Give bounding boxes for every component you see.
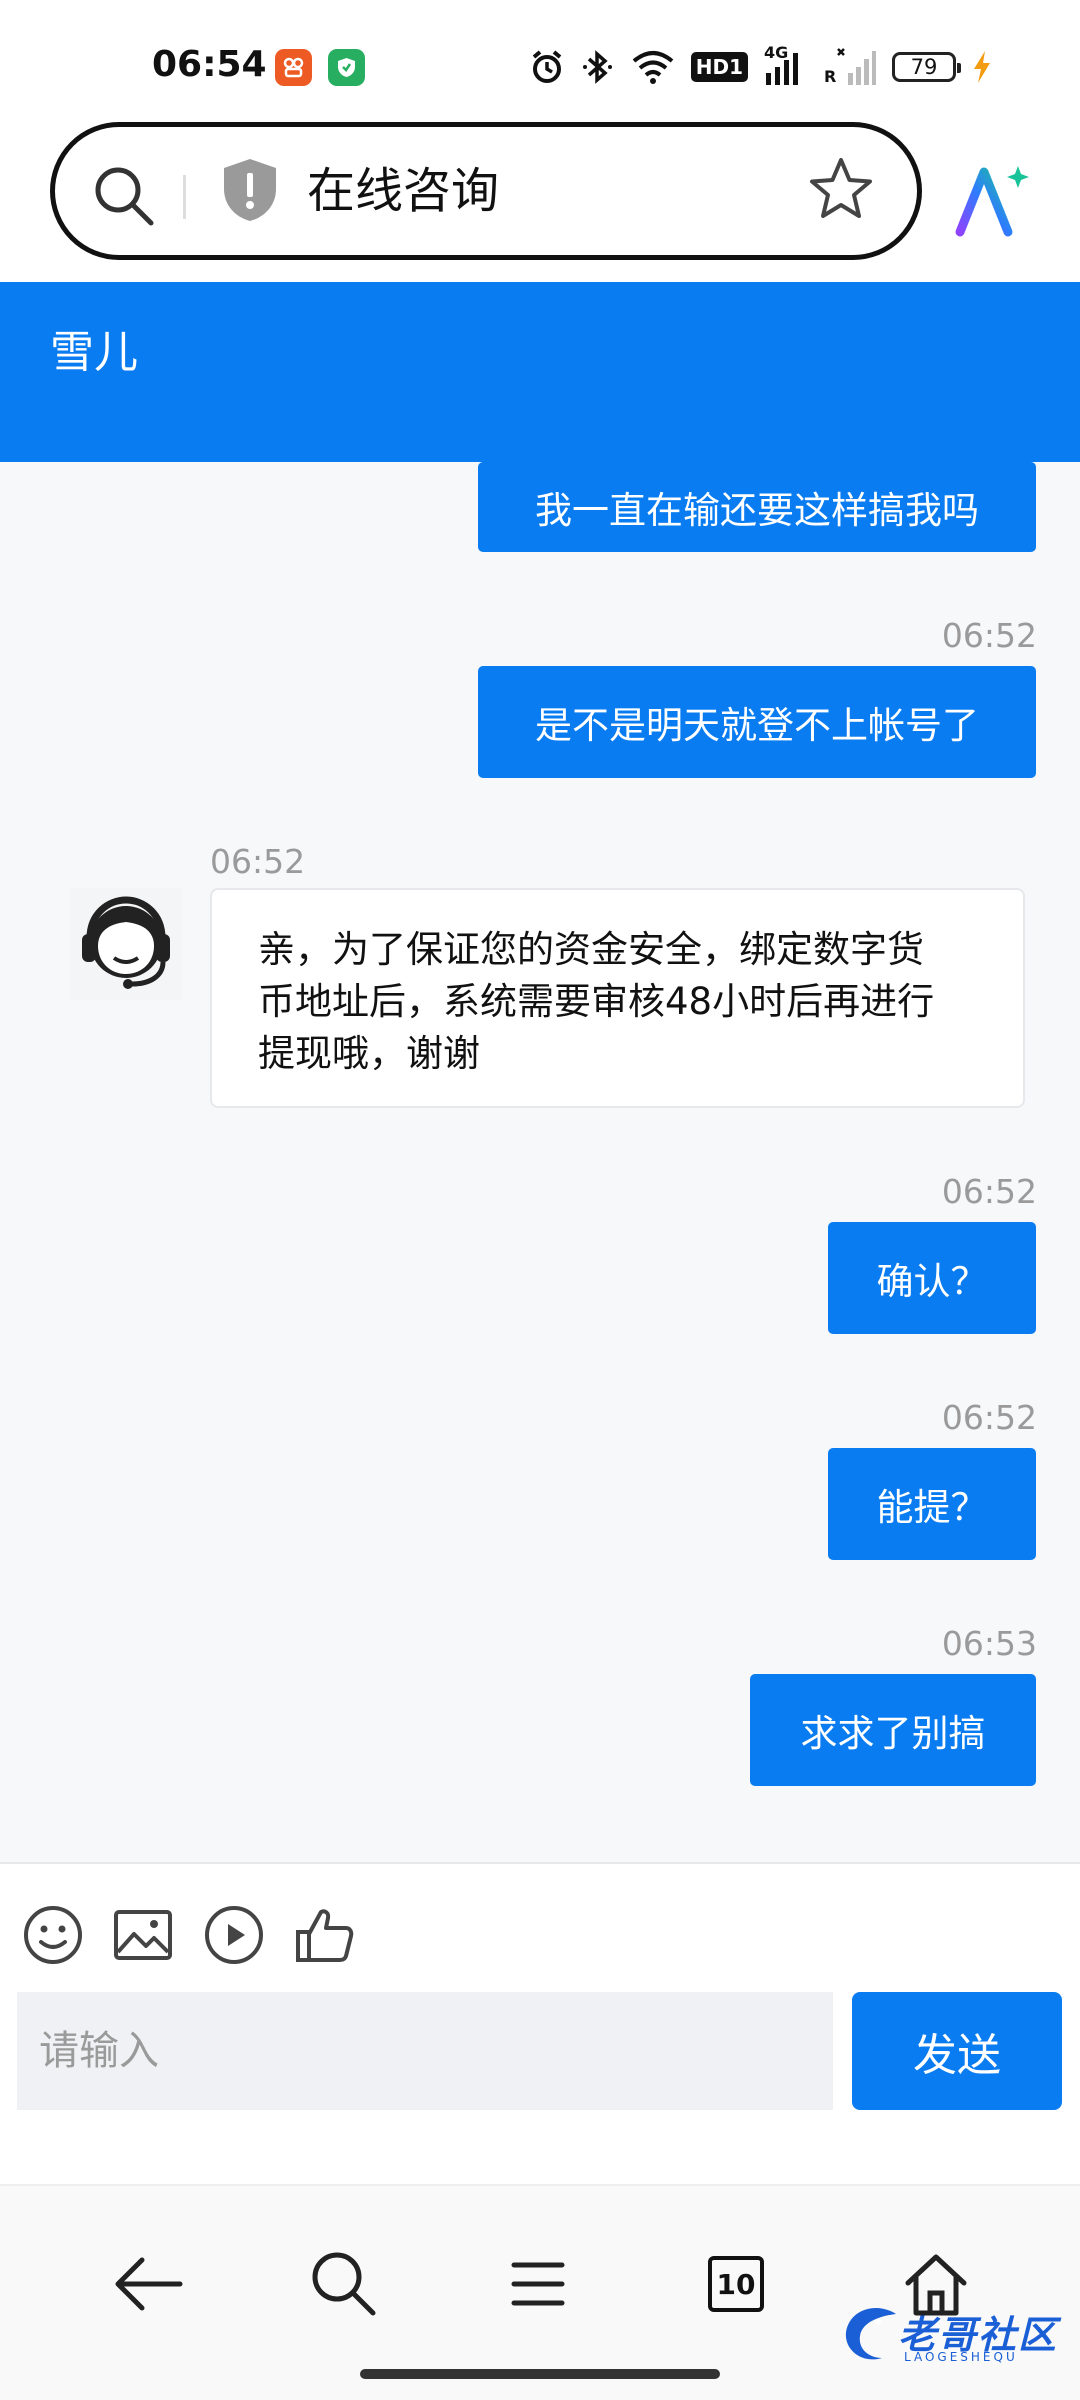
message-text-line: 币地址后，系统需要审核48小时后再进行: [258, 980, 935, 1023]
search-icon: [312, 2252, 376, 2316]
alarm-icon: [532, 50, 562, 83]
message-text-line: 提现哦，谢谢: [258, 1032, 480, 1075]
message-input[interactable]: [17, 1992, 833, 2110]
ai-assistant-icon[interactable]: [952, 162, 1032, 238]
emoji-icon[interactable]: [22, 1904, 84, 1966]
page-title[interactable]: 在线咨询: [307, 161, 499, 221]
message-timestamp: 06:52: [210, 842, 306, 881]
outgoing-message[interactable]: 是不是明天就登不上帐号了: [478, 666, 1036, 778]
outgoing-message[interactable]: 我一直在输还要这样搞我吗: [478, 462, 1036, 552]
watermark-subtext: LAOGESHEQU: [904, 2350, 1018, 2364]
outgoing-message[interactable]: 求求了别搞: [750, 1674, 1036, 1786]
battery-indicator: 79: [892, 52, 961, 82]
charging-icon: [974, 51, 990, 83]
search-icon[interactable]: [91, 163, 157, 229]
message-timestamp: 06:53: [941, 1624, 1037, 1663]
message-text: 能提？: [876, 1486, 988, 1529]
back-arrow-icon: [115, 2257, 183, 2311]
status-time: 06:54: [152, 44, 267, 85]
status-icons: HD1 4G R 79: [529, 43, 992, 88]
menu-icon: [511, 2262, 565, 2306]
message-text-line: 亲，为了保证您的资金安全，绑定数字货: [258, 928, 924, 971]
hd-voice-badge: HD1: [690, 52, 748, 82]
browser-toolbar: 在线咨询: [0, 118, 1080, 282]
chat-header: 雪儿: [0, 282, 1080, 462]
security-app-icon: [328, 49, 365, 86]
outgoing-message[interactable]: 确认？: [828, 1222, 1036, 1334]
home-indicator[interactable]: [360, 2369, 720, 2379]
message-timestamp: 06:52: [941, 1172, 1037, 1211]
agent-avatar: [70, 888, 182, 1000]
address-bar[interactable]: 在线咨询: [50, 122, 922, 260]
menu-button[interactable]: [490, 2236, 586, 2332]
battery-level: 79: [910, 55, 938, 79]
signal-4g-icon: 4G: [764, 43, 808, 87]
address-divider: [183, 175, 186, 219]
tabs-count: 10: [708, 2256, 764, 2312]
message-composer: 发送: [0, 1862, 1080, 2184]
message-text: 我一直在输还要这样搞我吗: [535, 489, 979, 532]
status-bar: 06:54 HD1 4G R 79: [0, 0, 1080, 118]
shield-warning-icon[interactable]: [221, 157, 279, 223]
search-button[interactable]: [296, 2236, 392, 2332]
outgoing-message[interactable]: 能提？: [828, 1448, 1036, 1560]
image-icon[interactable]: [112, 1904, 174, 1966]
video-icon[interactable]: [203, 1904, 265, 1966]
incoming-message[interactable]: 亲，为了保证您的资金安全，绑定数字货 币地址后，系统需要审核48小时后再进行 提…: [210, 888, 1025, 1108]
message-timestamp: 06:52: [941, 616, 1037, 655]
agent-name: 雪儿: [50, 327, 138, 378]
thumbs-up-icon[interactable]: [294, 1904, 356, 1966]
back-button[interactable]: [100, 2236, 196, 2332]
bookmark-star-icon[interactable]: [807, 155, 875, 223]
bluetooth-icon: [582, 50, 612, 84]
wifi-icon: [632, 51, 674, 84]
message-text: 确认？: [876, 1260, 988, 1303]
message-timestamp: 06:52: [941, 1398, 1037, 1437]
headset-agent-icon: [70, 888, 182, 1000]
send-button[interactable]: 发送: [852, 1992, 1062, 2110]
app-notification-icon: [275, 49, 312, 86]
message-text: 求求了别搞: [800, 1712, 986, 1755]
signal-roaming-icon: R: [824, 47, 876, 87]
watermark: 老哥社区 LAOGESHEQU: [838, 2300, 1070, 2372]
message-text: 是不是明天就登不上帐号了: [535, 704, 979, 747]
message-list[interactable]: 我一直在输还要这样搞我吗 06:52 是不是明天就登不上帐号了 06:52 亲，…: [0, 462, 1080, 1862]
tabs-button[interactable]: 10: [688, 2236, 784, 2332]
